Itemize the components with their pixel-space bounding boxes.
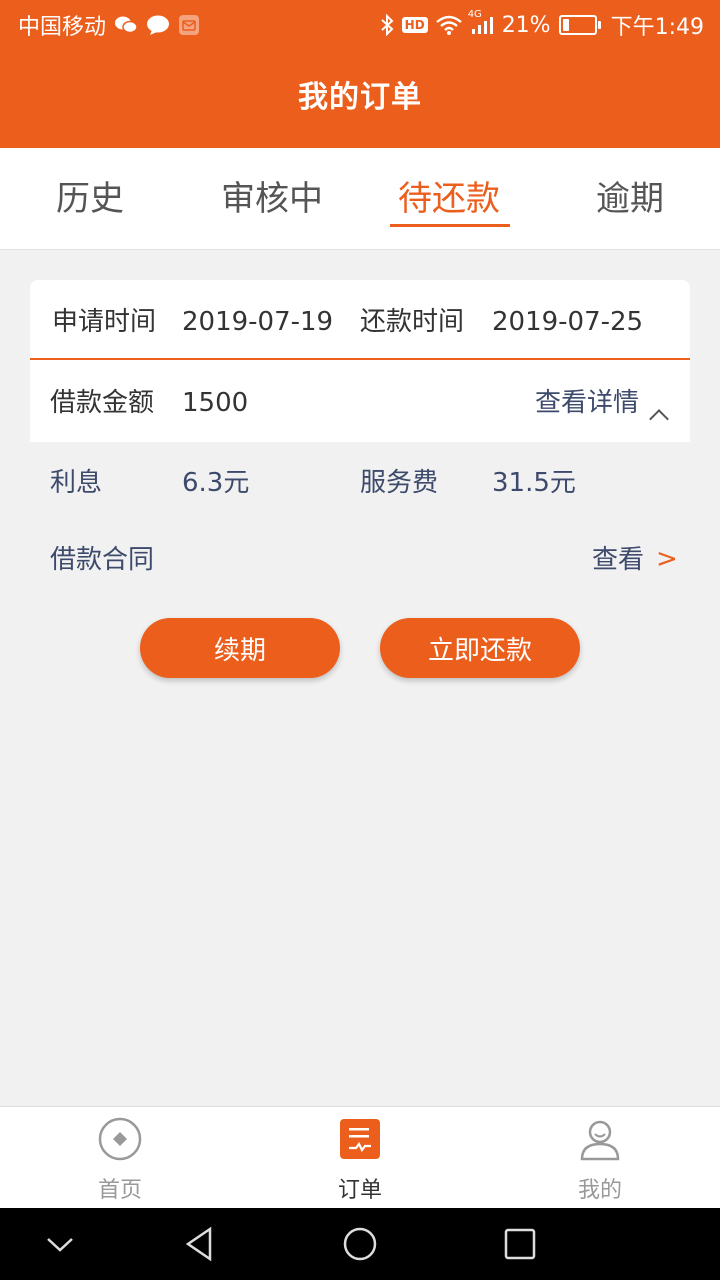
interest-label: 利息 bbox=[50, 468, 103, 498]
tab-overdue[interactable]: 逾期 bbox=[596, 182, 664, 216]
app-header: 中国移动 HD 4G 21% 下午1:49 我的订单 bbox=[0, 0, 720, 148]
view-details-link[interactable]: 查看详情 bbox=[535, 390, 639, 416]
mail-icon bbox=[178, 14, 200, 36]
order-dates-row: 申请时间 2019-07-19 还款时间 2019-07-25 bbox=[30, 280, 690, 360]
system-navigation-bar bbox=[0, 1208, 720, 1280]
clock: 下午1:49 bbox=[610, 15, 704, 40]
battery-percent: 21% bbox=[501, 12, 551, 38]
status-bar: 中国移动 HD 4G 21% 下午1:49 bbox=[0, 0, 720, 50]
loan-amount-label: 借款金额 bbox=[50, 388, 155, 418]
apply-time-value: 2019-07-19 bbox=[182, 307, 334, 337]
battery-icon bbox=[558, 15, 601, 35]
status-left: 中国移动 bbox=[18, 9, 200, 41]
nav-orders-label: 订单 bbox=[337, 1178, 382, 1203]
chevron-right-icon[interactable]: > bbox=[656, 546, 678, 572]
collapse-chevron-icon[interactable] bbox=[40, 1224, 80, 1264]
carrier-label: 中国移动 bbox=[18, 15, 107, 40]
apply-time-label: 申请时间 bbox=[52, 307, 157, 337]
tab-history[interactable]: 历史 bbox=[56, 182, 124, 216]
loan-amount-value: 1500 bbox=[182, 388, 249, 418]
status-right: HD 4G 21% 下午1:49 bbox=[380, 9, 704, 41]
orders-icon bbox=[338, 1117, 382, 1161]
home-icon bbox=[98, 1117, 142, 1161]
profile-icon bbox=[578, 1117, 622, 1161]
bluetooth-icon bbox=[380, 14, 394, 36]
order-amount-row: 借款金额 1500 查看详情 bbox=[30, 360, 690, 442]
signal-icon: 4G bbox=[468, 9, 494, 35]
interest-value: 6.3元 bbox=[182, 468, 250, 498]
back-icon[interactable] bbox=[180, 1224, 220, 1264]
bottom-navigation: 首页 订单 我的 bbox=[0, 1106, 720, 1208]
order-card: 申请时间 2019-07-19 还款时间 2019-07-25 借款金额 150… bbox=[30, 280, 690, 442]
repay-time-label: 还款时间 bbox=[360, 307, 465, 337]
nav-profile[interactable]: 我的 bbox=[480, 1107, 720, 1209]
loan-contract-label: 借款合同 bbox=[50, 545, 155, 575]
wifi-icon bbox=[435, 15, 462, 35]
service-fee-label: 服务费 bbox=[360, 468, 439, 498]
battery-level bbox=[562, 19, 569, 31]
order-status-tabs: 历史 审核中 待还款 逾期 bbox=[0, 148, 720, 250]
renew-button[interactable]: 续期 bbox=[140, 618, 340, 678]
view-contract-link[interactable]: 查看 bbox=[592, 547, 644, 573]
tab-under-review[interactable]: 审核中 bbox=[221, 182, 323, 216]
active-tab-indicator bbox=[390, 224, 510, 227]
chevron-up-icon[interactable] bbox=[649, 409, 669, 429]
tab-pending-repayment[interactable]: 待还款 bbox=[398, 182, 500, 216]
recents-icon[interactable] bbox=[500, 1224, 540, 1264]
repay-now-button[interactable]: 立即还款 bbox=[380, 618, 580, 678]
hd-icon: HD bbox=[401, 17, 428, 33]
nav-orders[interactable]: 订单 bbox=[240, 1107, 480, 1209]
nav-profile-label: 我的 bbox=[577, 1178, 622, 1203]
wechat-icon bbox=[114, 15, 138, 35]
page-title: 我的订单 bbox=[298, 80, 422, 115]
home-button-icon[interactable] bbox=[340, 1224, 380, 1264]
repay-time-value: 2019-07-25 bbox=[492, 307, 644, 337]
nav-home-label: 首页 bbox=[97, 1178, 142, 1203]
message-icon bbox=[146, 14, 170, 36]
service-fee-value: 31.5元 bbox=[492, 468, 576, 498]
nav-home[interactable]: 首页 bbox=[0, 1107, 240, 1209]
network-type: 4G bbox=[467, 9, 482, 20]
